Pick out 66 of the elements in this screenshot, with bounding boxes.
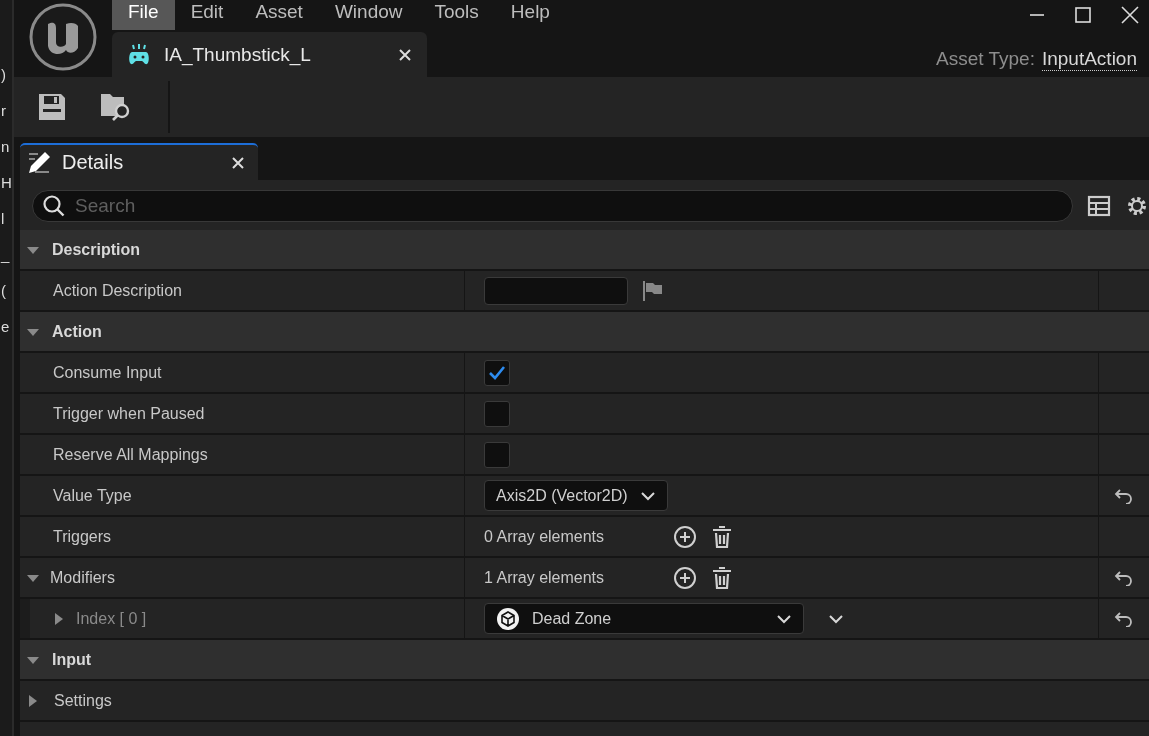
asset-type-label: Asset Type: [936, 48, 1035, 71]
checkbox[interactable] [484, 400, 510, 427]
reset-arrow-icon[interactable] [1114, 569, 1134, 586]
gamepad-icon [128, 43, 150, 66]
close-icon[interactable] [232, 156, 244, 169]
close-icon[interactable] [399, 48, 411, 61]
text-field[interactable] [484, 276, 628, 305]
background-text: _ [0, 246, 10, 265]
category-header: Action [52, 322, 102, 341]
menu-item[interactable]: Tools [418, 0, 495, 30]
property-label: Value Type [53, 486, 132, 505]
flag-icon[interactable] [642, 279, 664, 302]
table-view-icon[interactable] [1087, 195, 1111, 217]
add-icon[interactable] [673, 524, 697, 549]
menu-item[interactable]: Window [318, 0, 419, 30]
chevron-down-icon[interactable] [828, 613, 844, 624]
category-label: Settings [54, 691, 112, 710]
tab-title: Details [62, 151, 124, 174]
trash-icon[interactable] [711, 565, 733, 590]
settings-icon[interactable] [1125, 194, 1149, 218]
chevron-down-icon[interactable] [639, 490, 656, 501]
background-text: ) [0, 66, 6, 85]
category-header: Input [52, 650, 92, 669]
value-type-dropdown[interactable]: Axis2D (Vector2D) [484, 480, 668, 511]
property-label: Consume Input [53, 363, 162, 382]
property-label: Modifiers [50, 568, 115, 587]
asset-type-link[interactable]: InputAction [1041, 48, 1137, 71]
save-icon[interactable] [38, 93, 66, 121]
property-label: Action Description [53, 281, 182, 300]
array-count: 0 Array elements [484, 527, 606, 546]
property-label: Trigger when Paused [53, 404, 205, 423]
reset-arrow-icon[interactable] [1114, 487, 1134, 504]
array-count: 1 Array elements [484, 568, 606, 587]
folder-search-icon[interactable] [100, 92, 132, 122]
tab-title: IA_Thumbstick_L [164, 43, 311, 66]
property-label: Index [ 0 ] [76, 609, 147, 628]
background-text: n [0, 138, 10, 157]
category-header: Description [52, 240, 140, 259]
document-tab[interactable]: IA_Thumbstick_L [112, 32, 427, 77]
background-text: r [0, 102, 6, 121]
chevron-down-icon[interactable] [776, 613, 792, 624]
background-text: H [0, 174, 12, 193]
background-text: e [0, 318, 10, 337]
menu-item[interactable]: File [112, 0, 175, 30]
add-icon[interactable] [673, 565, 697, 590]
checkbox[interactable] [484, 359, 510, 386]
checkbox[interactable] [484, 441, 510, 468]
checkmark-icon [488, 364, 506, 381]
property-label: Reserve All Mappings [53, 445, 208, 464]
reset-arrow-icon[interactable] [1114, 610, 1134, 627]
pencil-icon [26, 150, 52, 175]
menu-item[interactable]: Asset [239, 0, 319, 30]
cube-icon [496, 606, 520, 631]
search-icon [42, 194, 66, 218]
trash-icon[interactable] [711, 524, 733, 549]
menu-item[interactable]: Edit [174, 0, 240, 30]
background-text: l [0, 210, 5, 229]
details-tab[interactable]: Details [20, 143, 258, 180]
background-text: ( [0, 282, 6, 301]
close-icon[interactable] [1121, 6, 1139, 24]
search-field[interactable]: Search [32, 190, 1073, 222]
maximize-icon[interactable] [1075, 7, 1091, 23]
menu-item[interactable]: Help [494, 0, 566, 30]
property-label: Triggers [53, 527, 112, 546]
modifier-dropdown[interactable]: Dead Zone [484, 603, 804, 634]
logo-icon[interactable] [28, 2, 98, 72]
